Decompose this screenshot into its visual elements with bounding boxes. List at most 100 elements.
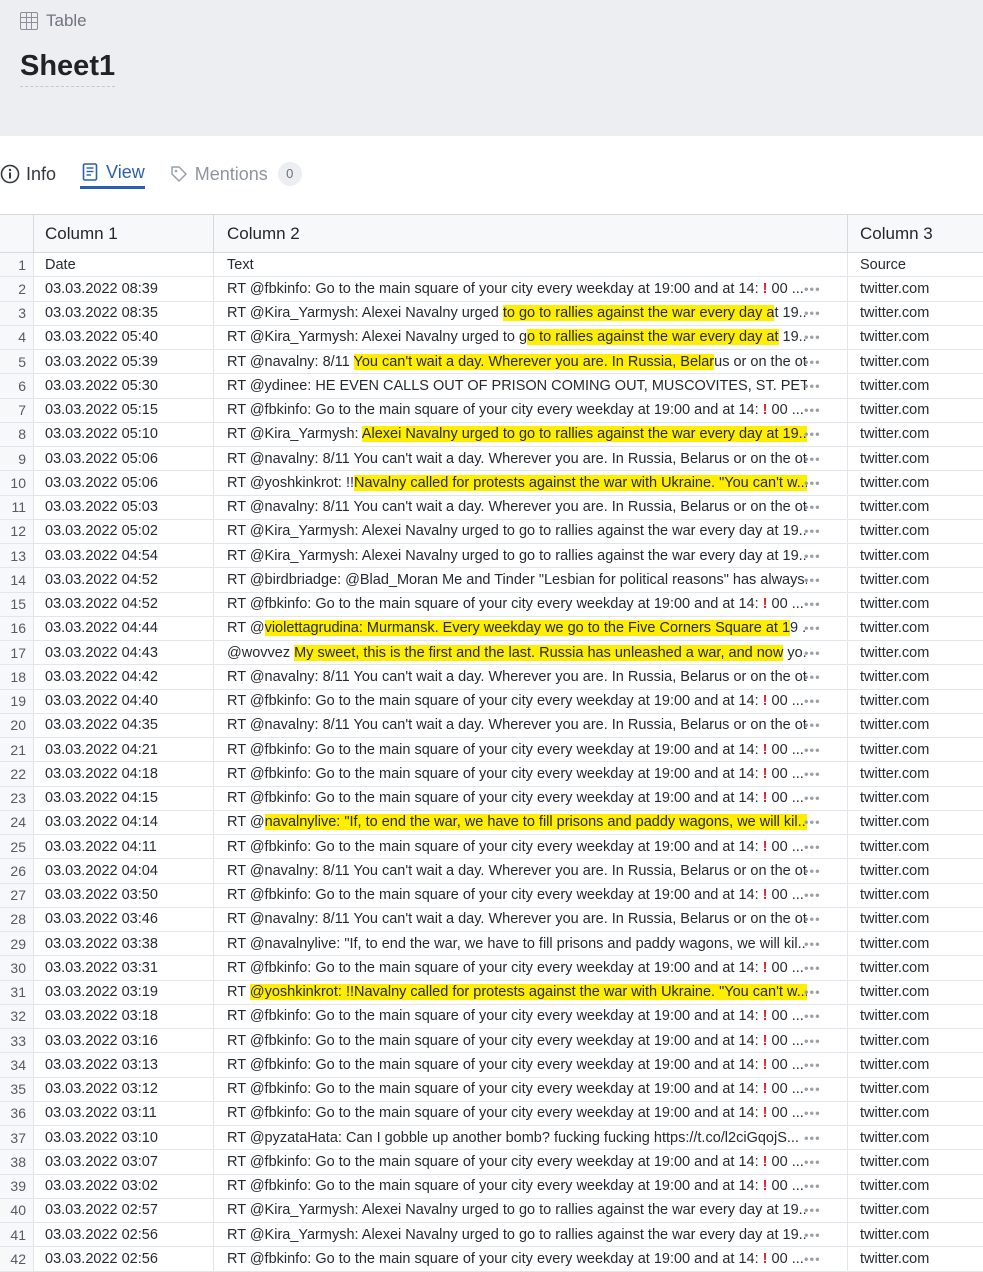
date-cell[interactable]: 03.03.2022 04:14 [34, 810, 214, 834]
date-cell[interactable]: 03.03.2022 05:03 [34, 495, 214, 519]
table-row[interactable]: 36 03.03.2022 03:11 RT @fbkinfo: Go to the… [0, 1101, 983, 1126]
source-cell[interactable]: twitter.com [848, 447, 983, 470]
text-cell[interactable]: RT @Kira_Yarmysh: Alexei Navalny urged t… [214, 325, 848, 349]
text-cell[interactable]: RT @violettagrudina: Murmansk. Every wee… [214, 616, 848, 640]
expand-cell-icon[interactable]: ••• [804, 645, 821, 660]
text-cell[interactable]: RT @navalny: 8/11 You can't wait a day. … [214, 447, 848, 471]
table-row[interactable]: 11 03.03.2022 05:03 RT @navalny: 8/11 You … [0, 495, 983, 520]
date-cell[interactable]: 03.03.2022 05:30 [34, 374, 214, 398]
text-cell[interactable]: RT @fbkinfo: Go to the main square of yo… [214, 1053, 848, 1077]
text-cell[interactable]: RT @pyzataHata: Can I gobble up another … [214, 1126, 848, 1150]
table-row[interactable]: 14 03.03.2022 04:52 RT @birdbriadge: @Blad… [0, 568, 983, 593]
date-cell[interactable]: 03.03.2022 04:21 [34, 738, 214, 762]
text-cell[interactable]: RT @fbkinfo: Go to the main square of yo… [214, 1150, 848, 1174]
expand-cell-icon[interactable]: ••• [804, 1082, 821, 1097]
expand-cell-icon[interactable]: ••• [804, 1106, 821, 1121]
expand-cell-icon[interactable]: ••• [804, 839, 821, 854]
expand-cell-icon[interactable]: ••• [804, 1251, 821, 1266]
text-cell[interactable]: RT @Kira_Yarmysh: Alexei Navalny urged t… [214, 1198, 848, 1222]
source-cell[interactable]: twitter.com [848, 1150, 983, 1173]
table-row[interactable]: 10 03.03.2022 05:06 RT @yoshkinkrot: !!Nav… [0, 471, 983, 496]
expand-cell-icon[interactable]: ••• [804, 427, 821, 442]
date-cell[interactable]: 03.03.2022 05:15 [34, 398, 214, 422]
expand-cell-icon[interactable]: ••• [804, 500, 821, 515]
table-row[interactable]: 2 03.03.2022 08:39 RT @fbkinfo: Go to the … [0, 277, 983, 302]
table-row[interactable]: 27 03.03.2022 03:50 RT @fbkinfo: Go to the… [0, 883, 983, 908]
source-cell[interactable]: twitter.com [848, 859, 983, 882]
source-cell[interactable]: twitter.com [848, 399, 983, 422]
expand-cell-icon[interactable]: ••• [804, 306, 821, 321]
source-cell[interactable]: twitter.com [848, 1247, 983, 1270]
table-row[interactable]: 21 03.03.2022 04:21 RT @fbkinfo: Go to the… [0, 738, 983, 763]
date-cell[interactable]: 03.03.2022 03:46 [34, 907, 214, 931]
source-cell[interactable]: twitter.com [848, 690, 983, 713]
tab-view[interactable]: View [80, 158, 145, 189]
text-cell[interactable]: RT @navalny: 8/11 You can't wait a day. … [214, 665, 848, 689]
text-cell[interactable]: RT @navalny: 8/11 You can't wait a day. … [214, 495, 848, 519]
date-cell[interactable]: 03.03.2022 05:06 [34, 471, 214, 495]
expand-cell-icon[interactable]: ••• [804, 1179, 821, 1194]
table-row[interactable]: 26 03.03.2022 04:04 RT @navalny: 8/11 You … [0, 859, 983, 884]
expand-cell-icon[interactable]: ••• [804, 281, 821, 296]
date-cell[interactable]: 03.03.2022 03:11 [34, 1101, 214, 1125]
source-cell[interactable]: twitter.com [848, 593, 983, 616]
date-cell[interactable]: 03.03.2022 04:42 [34, 665, 214, 689]
source-cell[interactable]: twitter.com [848, 1029, 983, 1052]
date-cell[interactable]: 03.03.2022 03:16 [34, 1029, 214, 1053]
text-cell[interactable]: RT @fbkinfo: Go to the main square of yo… [214, 762, 848, 786]
text-cell[interactable]: RT @fbkinfo: Go to the main square of yo… [214, 398, 848, 422]
source-cell[interactable]: twitter.com [848, 738, 983, 761]
date-cell[interactable]: 03.03.2022 02:56 [34, 1247, 214, 1271]
table-row[interactable]: 28 03.03.2022 03:46 RT @navalny: 8/11 You … [0, 907, 983, 932]
text-cell[interactable]: RT @fbkinfo: Go to the main square of yo… [214, 738, 848, 762]
text-cell[interactable]: RT @Kira_Yarmysh: Alexei Navalny urged t… [214, 422, 848, 446]
date-cell[interactable]: 03.03.2022 05:39 [34, 350, 214, 374]
table-row[interactable]: 24 03.03.2022 04:14 RT @navalnylive: "If, … [0, 810, 983, 835]
table-row[interactable]: 35 03.03.2022 03:12 RT @fbkinfo: Go to the… [0, 1077, 983, 1102]
expand-cell-icon[interactable]: ••• [804, 403, 821, 418]
table-row[interactable]: 23 03.03.2022 04:15 RT @fbkinfo: Go to the… [0, 786, 983, 811]
table-row[interactable]: 42 03.03.2022 02:56 RT @fbkinfo: Go to the… [0, 1247, 983, 1272]
table-row[interactable]: 38 03.03.2022 03:07 RT @fbkinfo: Go to the… [0, 1150, 983, 1175]
expand-cell-icon[interactable]: ••• [804, 936, 821, 951]
table-row[interactable]: 34 03.03.2022 03:13 RT @fbkinfo: Go to the… [0, 1053, 983, 1078]
date-cell[interactable]: 03.03.2022 04:35 [34, 713, 214, 737]
table-row[interactable]: 37 03.03.2022 03:10 RT @pyzataHata: Can I … [0, 1126, 983, 1151]
text-cell[interactable]: RT @birdbriadge: @Blad_Moran Me and Tind… [214, 568, 848, 592]
text-cell[interactable]: RT @navalny: 8/11 You can't wait a day. … [214, 350, 848, 374]
text-cell[interactable]: RT @fbkinfo: Go to the main square of yo… [214, 1101, 848, 1125]
table-row[interactable]: 4 03.03.2022 05:40 RT @Kira_Yarmysh: Alexe… [0, 325, 983, 350]
expand-cell-icon[interactable]: ••• [804, 718, 821, 733]
text-cell[interactable]: RT @Kira_Yarmysh: Alexei Navalny urged t… [214, 519, 848, 543]
table-row[interactable]: 20 03.03.2022 04:35 RT @navalny: 8/11 You … [0, 713, 983, 738]
text-cell[interactable]: RT @fbkinfo: Go to the main square of yo… [214, 1004, 848, 1028]
date-cell[interactable]: 03.03.2022 03:19 [34, 980, 214, 1004]
expand-cell-icon[interactable]: ••• [804, 863, 821, 878]
date-cell[interactable]: 03.03.2022 05:02 [34, 519, 214, 543]
source-cell[interactable]: twitter.com [848, 544, 983, 567]
source-cell[interactable]: Source [848, 253, 983, 276]
date-cell[interactable]: 03.03.2022 02:56 [34, 1223, 214, 1247]
expand-cell-icon[interactable]: ••• [804, 354, 821, 369]
expand-cell-icon[interactable]: ••• [804, 548, 821, 563]
expand-cell-icon[interactable]: ••• [804, 985, 821, 1000]
date-cell[interactable]: 03.03.2022 04:11 [34, 835, 214, 859]
tab-info[interactable]: Info [0, 158, 56, 190]
table-row[interactable]: 25 03.03.2022 04:11 RT @fbkinfo: Go to the… [0, 835, 983, 860]
table-row[interactable]: 13 03.03.2022 04:54 RT @Kira_Yarmysh: Alex… [0, 544, 983, 569]
tab-mentions[interactable]: Mentions 0 [169, 158, 302, 190]
text-cell[interactable]: RT @fbkinfo: Go to the main square of yo… [214, 883, 848, 907]
text-cell[interactable]: RT @fbkinfo: Go to the main square of yo… [214, 1174, 848, 1198]
source-cell[interactable]: twitter.com [848, 835, 983, 858]
text-cell[interactable]: RT @fbkinfo: Go to the main square of yo… [214, 1029, 848, 1053]
table-row[interactable]: 32 03.03.2022 03:18 RT @fbkinfo: Go to the… [0, 1004, 983, 1029]
source-cell[interactable]: twitter.com [848, 1078, 983, 1101]
table-row[interactable]: 15 03.03.2022 04:52 RT @fbkinfo: Go to the… [0, 592, 983, 617]
source-cell[interactable]: twitter.com [848, 932, 983, 955]
date-cell[interactable]: 03.03.2022 03:18 [34, 1004, 214, 1028]
expand-cell-icon[interactable]: ••• [804, 694, 821, 709]
date-cell[interactable]: 03.03.2022 04:44 [34, 616, 214, 640]
source-cell[interactable]: twitter.com [848, 665, 983, 688]
date-cell[interactable]: 03.03.2022 08:39 [34, 277, 214, 301]
expand-cell-icon[interactable]: ••• [804, 572, 821, 587]
